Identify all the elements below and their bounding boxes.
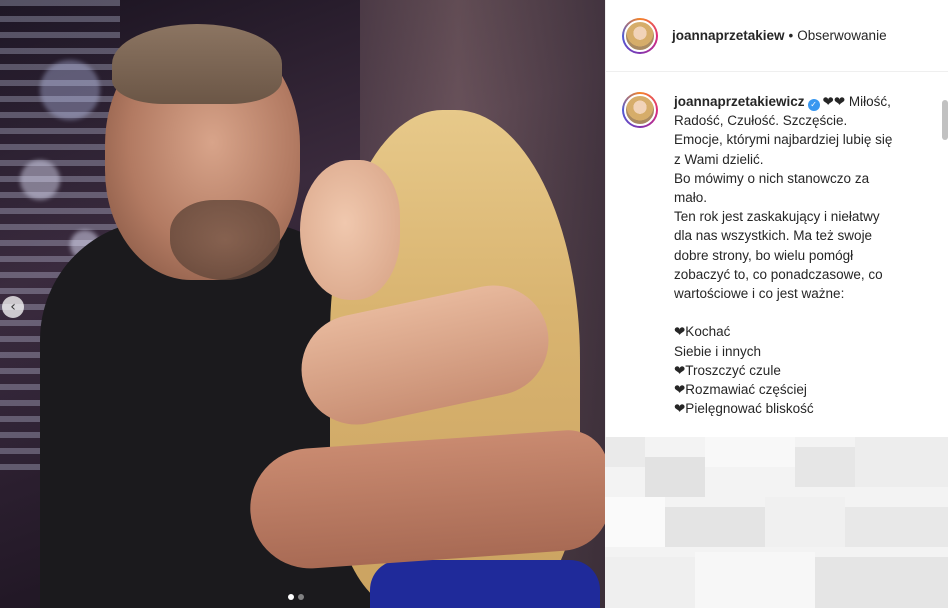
man-hair xyxy=(112,24,282,104)
obscured-comments-area xyxy=(605,437,948,608)
avatar[interactable] xyxy=(622,17,658,54)
bokeh-light xyxy=(40,60,100,120)
woman-dress xyxy=(370,560,600,608)
woman-face xyxy=(300,160,400,300)
carousel-dot xyxy=(288,594,294,600)
carousel-dots xyxy=(288,594,304,600)
caption-username[interactable]: joannaprzetakiewicz xyxy=(674,94,805,109)
follow-status-button[interactable]: Obserwowanie xyxy=(797,28,886,43)
caption: joannaprzetakiewicz ✓ ❤❤ Miłość, Radość, C… xyxy=(622,92,940,457)
pixel-block xyxy=(815,557,948,608)
pixel-block xyxy=(645,457,705,497)
post-photo[interactable]: ‹ xyxy=(0,0,605,608)
man-beard xyxy=(170,200,280,280)
pixel-block xyxy=(845,507,948,547)
carousel-prev-icon[interactable]: ‹ xyxy=(2,296,24,318)
caption-text-block: joannaprzetakiewicz ✓ ❤❤ Miłość, Radość, C… xyxy=(674,92,892,457)
pixel-block xyxy=(605,497,665,547)
verified-badge-icon: ✓ xyxy=(807,99,820,111)
avatar-image xyxy=(624,94,656,126)
header-separator: • xyxy=(788,28,794,43)
pixel-block xyxy=(765,497,845,547)
pixel-block xyxy=(855,437,948,487)
bokeh-light xyxy=(20,160,60,200)
carousel-dot xyxy=(298,594,304,600)
pixel-block xyxy=(605,557,695,608)
caption-avatar[interactable] xyxy=(622,92,658,128)
caption-text: ❤❤ Miłość, Radość, Czułość. Szczęście. E… xyxy=(674,94,893,455)
man-arm xyxy=(246,427,605,573)
post-header: joannaprzetakiew • Obserwowanie xyxy=(606,0,948,72)
pixel-block xyxy=(605,437,645,467)
pixel-block xyxy=(795,447,855,487)
avatar-image xyxy=(624,19,656,52)
pixel-block xyxy=(705,437,795,467)
pixel-block xyxy=(695,552,815,608)
header-username[interactable]: joannaprzetakiew xyxy=(672,28,785,43)
pixel-block xyxy=(665,507,765,547)
scrollbar[interactable] xyxy=(942,100,948,140)
